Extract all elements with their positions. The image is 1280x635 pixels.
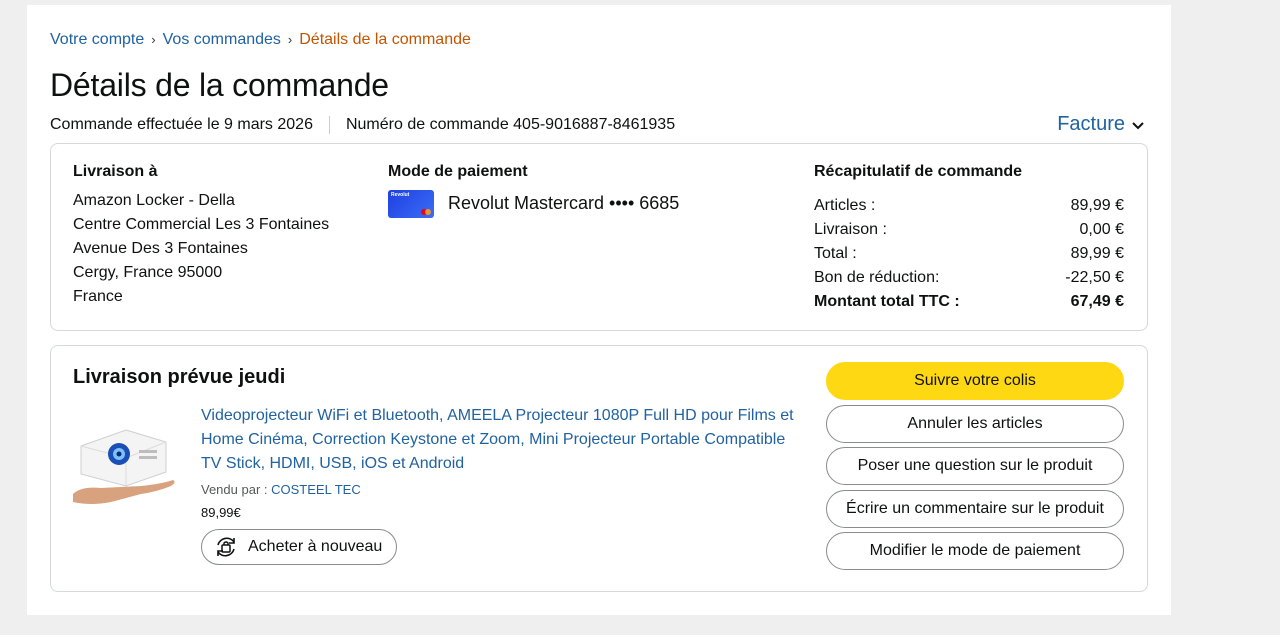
order-summary: Articles : 89,99 € Livraison : 0,00 € Tota…: [814, 194, 1124, 314]
summary-label: Montant total TTC :: [814, 293, 960, 310]
summary-label: Livraison :: [814, 221, 887, 238]
summary-value: 0,00 €: [1079, 221, 1124, 238]
summary-row: Bon de réduction: -22,50 €: [814, 266, 1124, 290]
summary-row: Total : 89,99 €: [814, 242, 1124, 266]
order-number: Numéro de commande 405-9016887-8461935: [345, 116, 676, 133]
payment-heading: Mode de paiement: [388, 163, 528, 180]
change-payment-button[interactable]: Modifier le mode de paiement: [826, 532, 1124, 570]
address-line: France: [73, 288, 123, 305]
meta-divider: [328, 116, 330, 134]
summary-value: 67,49 €: [1070, 293, 1124, 310]
order-actions: Suivre votre colis Annuler les articles …: [826, 362, 1124, 575]
address-line: Avenue Des 3 Fontaines: [73, 240, 248, 257]
page-title: Détails de la commande: [50, 67, 389, 103]
breadcrumb-current: Détails de la commande: [299, 31, 471, 48]
summary-label: Articles :: [814, 197, 876, 214]
summary-value: 89,99 €: [1070, 197, 1124, 214]
product-image[interactable]: [71, 416, 181, 508]
breadcrumb-separator: ›: [287, 32, 293, 47]
summary-row: Articles : 89,99 €: [814, 194, 1124, 218]
breadcrumb-account-link[interactable]: Votre compte: [50, 31, 144, 48]
order-details-page: Votre compte › Vos commandes › Détails de la…: [27, 5, 1171, 615]
seller-info: Vendu par : COSTEEL TEC: [201, 482, 361, 497]
product-title-link[interactable]: Videoprojecteur WiFi et Bluetooth, AMEEL…: [201, 404, 801, 476]
shipping-heading: Livraison à: [73, 163, 158, 180]
address-line: Centre Commercial Les 3 Fontaines: [73, 216, 330, 233]
delivery-title: Livraison prévue jeudi: [73, 366, 286, 388]
summary-heading: Récapitulatif de commande: [814, 163, 1023, 180]
address-line: Amazon Locker - Della: [73, 192, 235, 209]
chevron-down-icon: [1132, 121, 1144, 129]
credit-card-icon: Revolut: [388, 190, 434, 218]
card-brand-text: Revolut: [391, 192, 410, 198]
address-line: Cergy, France 95000: [73, 264, 223, 281]
buy-again-label: Acheter à nouveau: [248, 538, 383, 555]
ask-question-button[interactable]: Poser une question sur le produit: [826, 447, 1124, 485]
write-review-button[interactable]: Écrire un commentaire sur le produit: [826, 489, 1124, 528]
mastercard-circle-orange: [425, 209, 431, 215]
buy-again-icon: [217, 537, 235, 557]
summary-total-row: Montant total TTC : 67,49 €: [814, 290, 1124, 314]
seller-link[interactable]: COSTEEL TEC: [271, 482, 361, 497]
invoice-label: Facture: [1057, 113, 1125, 135]
seller-prefix: Vendu par :: [201, 482, 272, 497]
breadcrumb-separator: ›: [151, 32, 156, 47]
shipping-address: Amazon Locker - Della Centre Commercial …: [73, 189, 329, 309]
order-info-box: Livraison à Amazon Locker - Della Centre…: [50, 143, 1148, 331]
summary-label: Bon de réduction:: [814, 269, 940, 286]
product-price: 89,99€: [201, 505, 241, 520]
breadcrumb: Votre compte › Vos commandes › Détails de la…: [50, 31, 471, 49]
order-date: Commande effectuée le 9 mars 2026: [50, 116, 313, 133]
summary-row: Livraison : 0,00 €: [814, 218, 1124, 242]
buy-again-button[interactable]: Acheter à nouveau: [201, 529, 398, 565]
cancel-items-button[interactable]: Annuler les articles: [826, 404, 1124, 443]
delivery-box: Livraison prévue jeudi Videoprojecteur W…: [50, 345, 1148, 592]
summary-label: Total :: [814, 245, 857, 262]
summary-value: 89,99 €: [1070, 245, 1124, 262]
payment-method-text: Revolut Mastercard •••• 6685: [448, 193, 680, 213]
summary-value: -22,50 €: [1065, 269, 1124, 286]
breadcrumb-orders-link[interactable]: Vos commandes: [163, 31, 281, 48]
invoice-dropdown[interactable]: Facture: [1057, 113, 1145, 136]
track-package-button[interactable]: Suivre votre colis: [826, 362, 1124, 400]
order-meta: Commande effectuée le 9 mars 2026 Numéro…: [50, 116, 675, 134]
